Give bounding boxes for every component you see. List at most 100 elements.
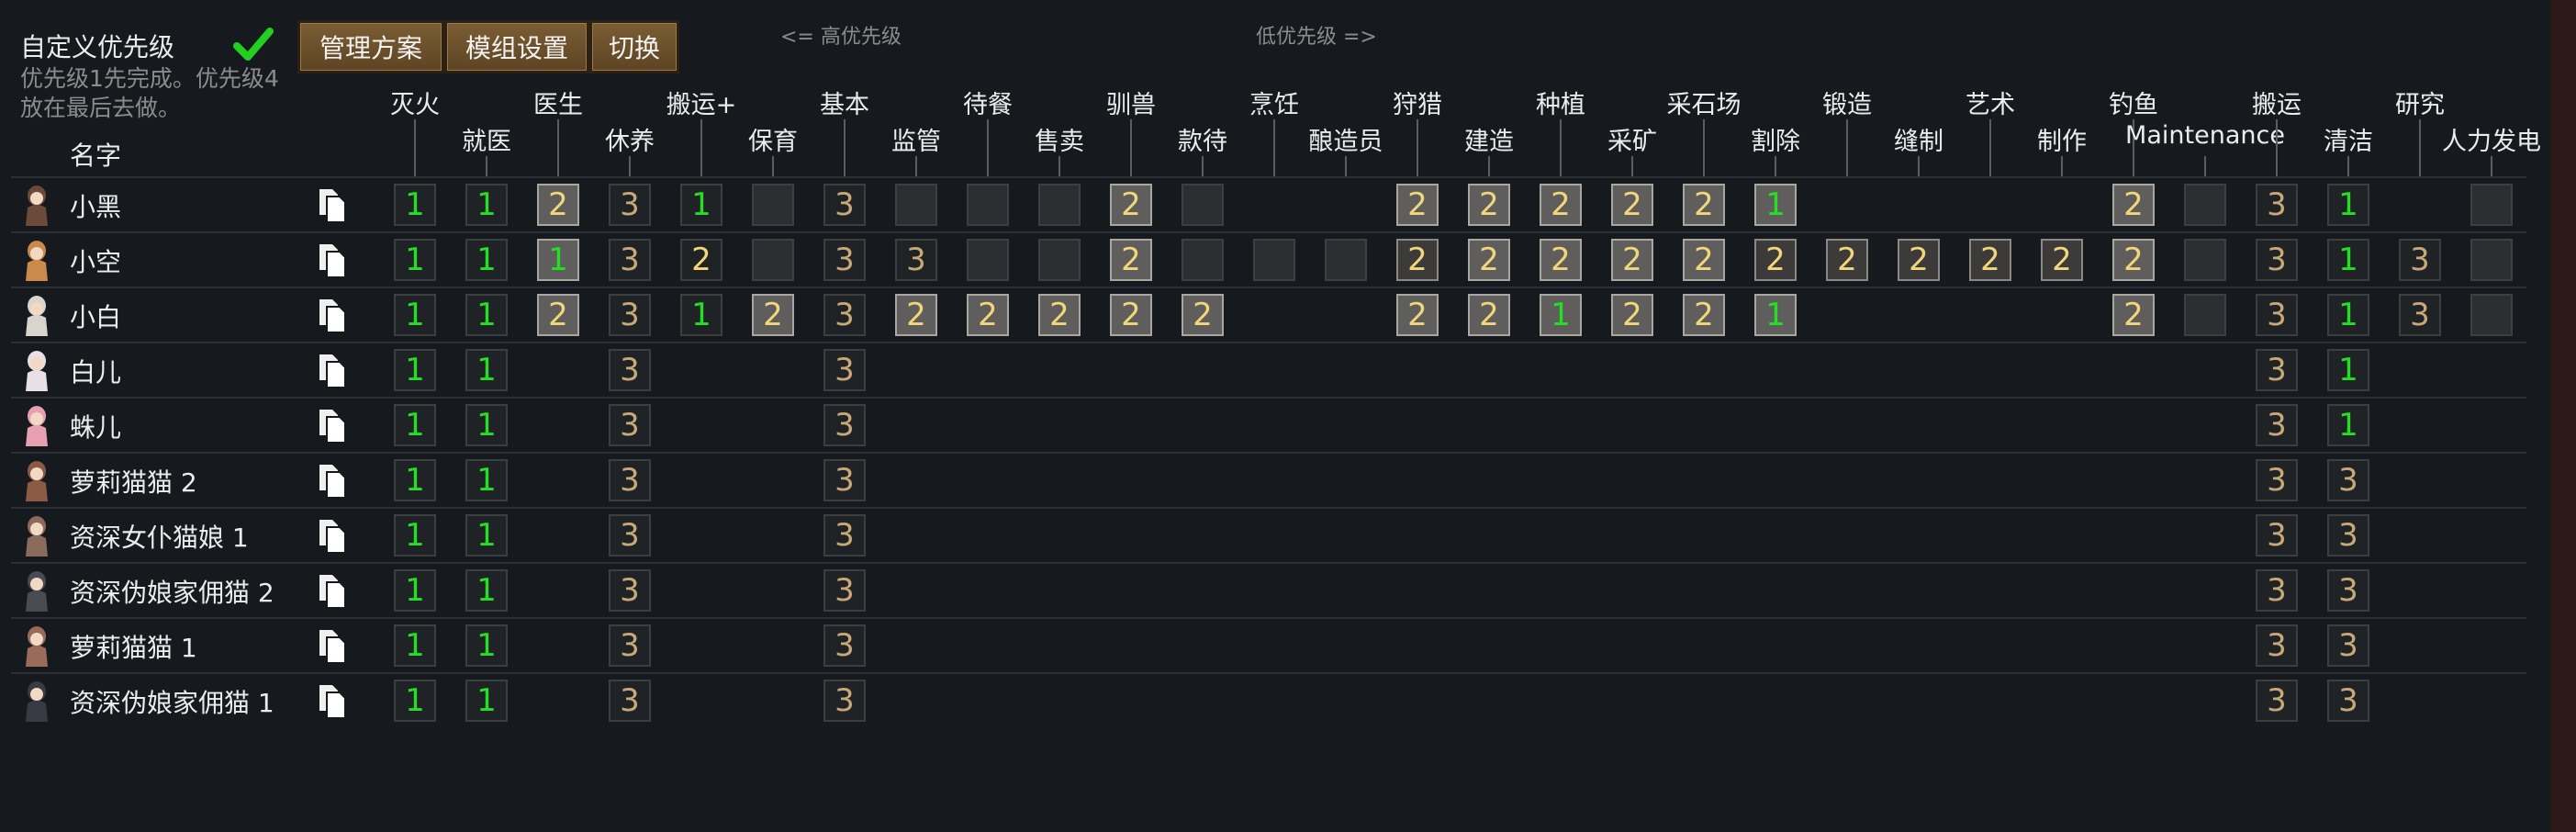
priority-cell[interactable]: 3 <box>609 680 651 722</box>
pawn-portrait-icon[interactable] <box>20 569 53 613</box>
priority-cell[interactable]: 2 <box>1468 184 1510 226</box>
priority-cell[interactable] <box>1038 184 1081 226</box>
column-header[interactable]: 酿造员 <box>1309 121 1383 157</box>
priority-cell[interactable]: 1 <box>2327 349 2369 391</box>
priority-cell[interactable]: 3 <box>2327 514 2369 557</box>
priority-cell[interactable]: 1 <box>394 294 436 336</box>
copy-paste-icon[interactable] <box>316 628 347 665</box>
pawn-portrait-icon[interactable] <box>20 404 53 448</box>
priority-cell[interactable]: 2 <box>1969 239 2011 281</box>
column-header[interactable]: 监管 <box>891 121 941 157</box>
priority-cell[interactable]: 3 <box>2256 239 2298 281</box>
priority-cell[interactable]: 2 <box>1468 239 1510 281</box>
priority-cell[interactable]: 3 <box>609 459 651 501</box>
priority-cell[interactable] <box>1253 239 1295 281</box>
column-header[interactable]: 锻造 <box>1822 84 1872 120</box>
copy-paste-icon[interactable] <box>316 298 347 334</box>
priority-cell[interactable]: 3 <box>2256 404 2298 446</box>
pawn-name[interactable]: 小黑 <box>70 187 121 224</box>
priority-cell[interactable]: 2 <box>1754 239 1797 281</box>
priority-cell[interactable]: 1 <box>465 349 508 391</box>
priority-cell[interactable] <box>1182 184 1224 226</box>
priority-cell[interactable]: 3 <box>2256 680 2298 722</box>
copy-paste-icon[interactable] <box>316 242 347 279</box>
priority-cell[interactable] <box>1325 239 1367 281</box>
priority-cell[interactable] <box>1182 239 1224 281</box>
priority-cell[interactable]: 2 <box>1898 239 1940 281</box>
priority-cell[interactable]: 1 <box>394 184 436 226</box>
priority-cell[interactable]: 2 <box>1396 239 1439 281</box>
priority-cell[interactable]: 2 <box>1683 239 1725 281</box>
priority-cell[interactable] <box>2470 184 2513 226</box>
column-header[interactable]: 艺术 <box>1966 84 2015 120</box>
priority-cell[interactable]: 2 <box>1683 184 1725 226</box>
priority-cell[interactable] <box>2184 239 2226 281</box>
priority-cell[interactable]: 1 <box>465 569 508 612</box>
priority-cell[interactable] <box>2470 294 2513 336</box>
priority-cell[interactable]: 3 <box>2399 294 2441 336</box>
priority-cell[interactable]: 3 <box>609 294 651 336</box>
pawn-name[interactable]: 萝莉猫猫 2 <box>70 463 197 500</box>
priority-cell[interactable]: 2 <box>1611 294 1653 336</box>
priority-cell[interactable]: 2 <box>1611 184 1653 226</box>
priority-cell[interactable]: 2 <box>1396 294 1439 336</box>
column-header[interactable]: 种植 <box>1536 84 1585 120</box>
column-header[interactable]: 采石场 <box>1667 84 1742 120</box>
mod-settings-button[interactable]: 模组设置 <box>444 20 589 73</box>
priority-cell[interactable]: 3 <box>609 569 651 612</box>
priority-cell[interactable]: 1 <box>465 514 508 557</box>
priority-cell[interactable]: 2 <box>1110 239 1152 281</box>
column-header[interactable]: 休养 <box>605 121 655 157</box>
column-header[interactable]: 驯兽 <box>1106 84 1156 120</box>
column-header[interactable]: Maintenance <box>2125 121 2285 150</box>
priority-cell[interactable]: 1 <box>2327 294 2369 336</box>
pawn-name[interactable]: 资深伪娘家佣猫 1 <box>70 683 274 720</box>
priority-cell[interactable]: 1 <box>1754 294 1797 336</box>
pawn-name[interactable]: 小白 <box>70 298 121 334</box>
column-header[interactable]: 保育 <box>748 121 798 157</box>
pawn-portrait-icon[interactable] <box>20 624 53 669</box>
priority-cell[interactable]: 1 <box>465 239 508 281</box>
copy-paste-icon[interactable] <box>316 463 347 500</box>
priority-cell[interactable]: 2 <box>1110 294 1152 336</box>
pawn-portrait-icon[interactable] <box>20 459 53 503</box>
priority-cell[interactable] <box>752 184 794 226</box>
column-header[interactable]: 制作 <box>2037 121 2087 157</box>
priority-cell[interactable]: 2 <box>1468 294 1510 336</box>
pawn-portrait-icon[interactable] <box>20 239 53 283</box>
priority-cell[interactable]: 2 <box>1182 294 1224 336</box>
priority-cell[interactable]: 3 <box>823 239 866 281</box>
priority-cell[interactable]: 2 <box>1038 294 1081 336</box>
priority-cell[interactable]: 3 <box>609 514 651 557</box>
priority-cell[interactable]: 1 <box>394 239 436 281</box>
pawn-name[interactable]: 蛛儿 <box>70 408 121 444</box>
column-header[interactable]: 待餐 <box>963 84 1013 120</box>
column-header[interactable]: 搬运+ <box>666 84 737 120</box>
priority-cell[interactable]: 1 <box>2327 184 2369 226</box>
column-header[interactable]: 清洁 <box>2324 121 2373 157</box>
copy-paste-icon[interactable] <box>316 187 347 224</box>
priority-cell[interactable]: 2 <box>752 294 794 336</box>
toggle-button[interactable]: 切换 <box>589 20 679 73</box>
priority-cell[interactable]: 1 <box>465 624 508 667</box>
column-header[interactable]: 采矿 <box>1607 121 1657 157</box>
column-header[interactable]: 割除 <box>1751 121 1800 157</box>
priority-cell[interactable]: 3 <box>2256 569 2298 612</box>
priority-cell[interactable]: 3 <box>895 239 937 281</box>
priority-cell[interactable]: 2 <box>2112 184 2155 226</box>
pawn-portrait-icon[interactable] <box>20 349 53 393</box>
priority-cell[interactable]: 1 <box>537 239 579 281</box>
column-header[interactable]: 售卖 <box>1035 121 1084 157</box>
priority-cell[interactable]: 2 <box>1110 184 1152 226</box>
column-header[interactable]: 款待 <box>1178 121 1227 157</box>
priority-cell[interactable]: 2 <box>1683 294 1725 336</box>
column-header[interactable]: 狩猎 <box>1393 84 1442 120</box>
priority-cell[interactable]: 3 <box>823 514 866 557</box>
copy-paste-icon[interactable] <box>316 573 347 610</box>
priority-cell[interactable]: 3 <box>2327 459 2369 501</box>
priority-cell[interactable]: 1 <box>2327 239 2369 281</box>
priority-cell[interactable]: 1 <box>394 624 436 667</box>
priority-cell[interactable]: 3 <box>2256 624 2298 667</box>
name-column-header[interactable]: 名字 <box>70 136 121 173</box>
pawn-portrait-icon[interactable] <box>20 184 53 228</box>
